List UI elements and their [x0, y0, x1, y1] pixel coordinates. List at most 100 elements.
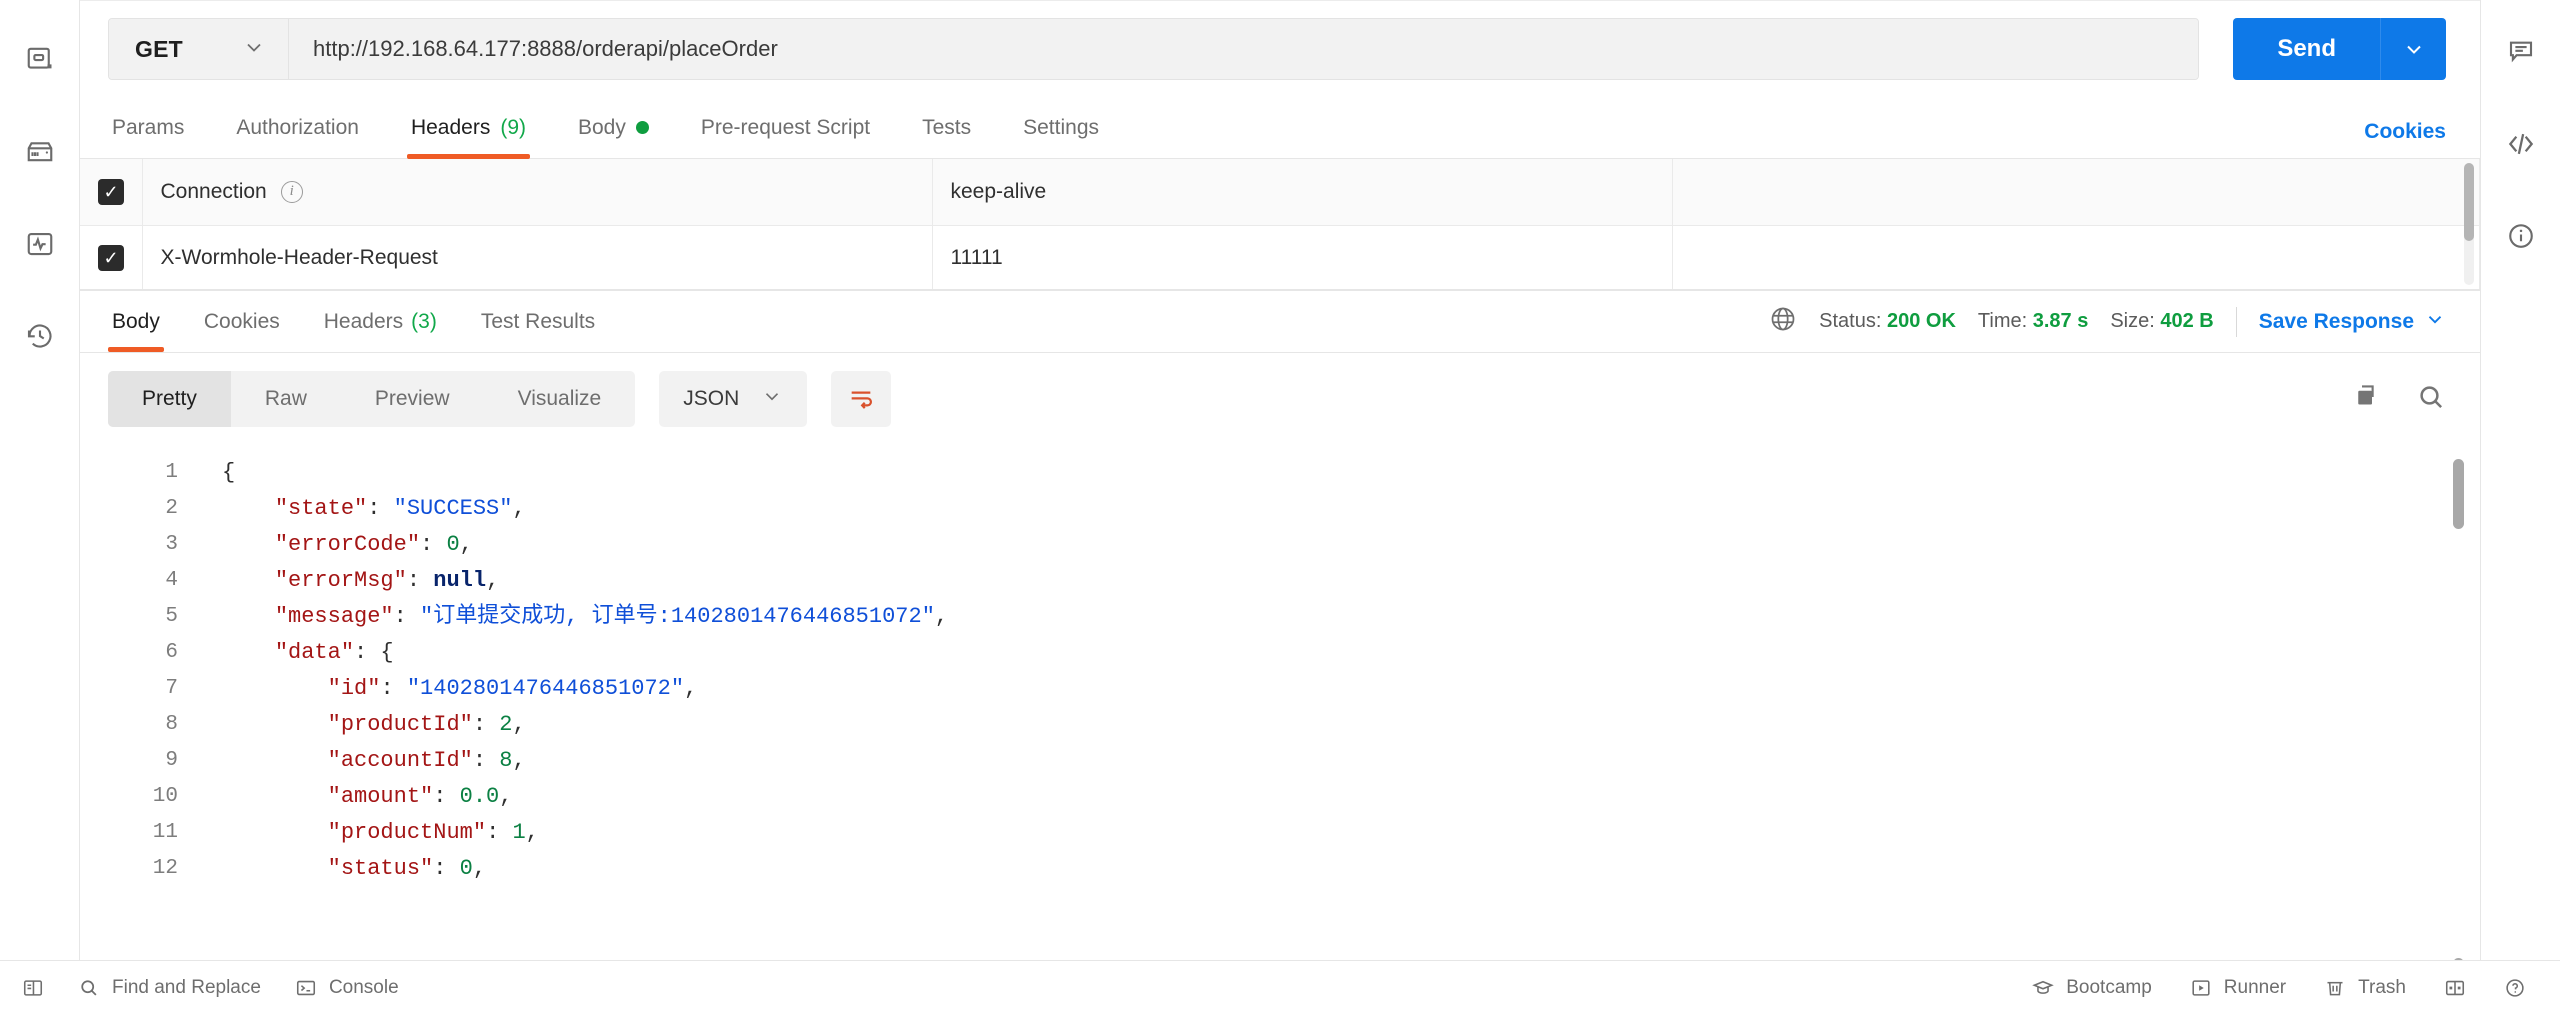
tab-headers[interactable]: Headers (9): [385, 97, 552, 159]
main-panel: GET http://192.168.64.177:8888/orderapi/…: [80, 0, 2480, 1014]
code-line: "message": "订单提交成功, 订单号:1402801476446851…: [222, 599, 2480, 635]
save-response-label: Save Response: [2258, 309, 2414, 333]
tab-authorization[interactable]: Authorization: [210, 97, 385, 158]
checkbox-checked-icon[interactable]: ✓: [98, 245, 124, 271]
view-mode-visualize[interactable]: Visualize: [484, 371, 636, 427]
code-icon[interactable]: [2499, 122, 2543, 166]
view-mode-raw[interactable]: Raw: [231, 371, 341, 427]
response-body-code[interactable]: 1 2 3 4 5 6 7 8 9 10 11 12 { "state": "S…: [80, 445, 2480, 1014]
code-token: "订单提交成功, 订单号:1402801476446851072": [420, 604, 935, 629]
code-token: "data": [274, 640, 355, 665]
console-button[interactable]: Console: [295, 977, 399, 999]
tab-label: Body: [578, 115, 626, 139]
tab-label: Body: [112, 309, 160, 333]
find-and-replace-label: Find and Replace: [112, 976, 261, 998]
response-tab-cookies[interactable]: Cookies: [182, 291, 302, 352]
header-description-cell[interactable]: [1672, 225, 2480, 289]
trash-icon: [2324, 977, 2346, 999]
code-token: ,: [525, 820, 539, 845]
headers-scrollbar-thumb[interactable]: [2464, 163, 2474, 241]
status-label: Status:: [1819, 310, 1882, 332]
save-response-button[interactable]: Save Response: [2259, 308, 2446, 336]
bootcamp-button[interactable]: Bootcamp: [2032, 977, 2152, 999]
headers-scrollbar[interactable]: [2464, 163, 2474, 285]
layout-button[interactable]: [2444, 977, 2466, 999]
code-line: "accountId": 8,: [222, 743, 2480, 779]
view-mode-preview[interactable]: Preview: [341, 371, 484, 427]
code-line: "status": 0,: [222, 851, 2480, 887]
code-token: :: [406, 568, 434, 593]
tab-pre-request-script[interactable]: Pre-request Script: [675, 97, 896, 158]
info-icon[interactable]: i: [280, 180, 303, 203]
send-button[interactable]: Send: [2233, 18, 2380, 80]
send-options-button[interactable]: [2380, 18, 2446, 80]
help-button[interactable]: [2504, 977, 2526, 999]
code-token: ,: [459, 532, 473, 557]
header-key-cell[interactable]: Connection i: [142, 159, 933, 226]
code-token: "productId": [327, 712, 473, 737]
headers-table: ✓ Connection i keep-alive ✓ X-Wormhole-H…: [80, 159, 2480, 289]
header-value-cell[interactable]: 11111: [932, 225, 1673, 289]
copy-icon[interactable]: [2352, 382, 2382, 417]
code-lines[interactable]: { "state": "SUCCESS", "errorCode": 0, "e…: [222, 455, 2480, 887]
checkbox-checked-icon[interactable]: ✓: [98, 178, 124, 205]
response-tab-headers[interactable]: Headers (3): [302, 291, 459, 352]
tab-label: Settings: [1023, 115, 1100, 139]
search-icon[interactable]: [2416, 382, 2446, 417]
time-label: Time:: [1977, 310, 2028, 332]
code-token: ,: [512, 712, 526, 737]
header-key-cell[interactable]: X-Wormhole-Header-Request: [142, 225, 933, 289]
tab-params[interactable]: Params: [108, 97, 210, 158]
row-checkbox-cell[interactable]: ✓: [80, 159, 143, 226]
code-token: 8: [499, 748, 513, 773]
environments-icon[interactable]: [18, 130, 62, 174]
tab-tests[interactable]: Tests: [896, 97, 997, 158]
code-token: 0: [446, 532, 460, 557]
chevron-down-icon: [761, 385, 783, 413]
row-checkbox-cell[interactable]: ✓: [80, 225, 143, 289]
code-token: "SUCCESS": [393, 496, 513, 521]
url-input[interactable]: http://192.168.64.177:8888/orderapi/plac…: [289, 19, 2199, 79]
wrap-lines-button[interactable]: [831, 371, 892, 427]
line-number: 11: [152, 821, 178, 844]
response-tab-body[interactable]: Body: [108, 291, 182, 352]
code-scrollbar-thumb[interactable]: [2453, 459, 2464, 529]
tab-settings[interactable]: Settings: [997, 97, 1125, 158]
header-value-cell[interactable]: keep-alive: [932, 159, 1673, 226]
cookies-link[interactable]: Cookies: [2364, 120, 2446, 144]
table-row[interactable]: ✓ X-Wormhole-Header-Request 11111: [80, 225, 2480, 289]
history-icon[interactable]: [18, 314, 62, 358]
comment-icon[interactable]: [2499, 30, 2543, 74]
response-meta: Status: 200 OK Time: 3.87 s Size: 402 B …: [1769, 305, 2446, 339]
toggle-sidebar-button[interactable]: [22, 977, 44, 999]
tab-label: Headers: [323, 309, 404, 333]
code-fold-column[interactable]: [200, 455, 222, 887]
code-token: : {: [354, 640, 394, 665]
monitors-icon[interactable]: [18, 222, 62, 266]
trash-button[interactable]: Trash: [2324, 977, 2406, 999]
code-token: :: [393, 604, 421, 629]
response-tab-test-results[interactable]: Test Results: [459, 291, 617, 352]
code-line: "errorCode": 0,: [222, 527, 2480, 563]
code-token: null: [433, 568, 487, 593]
find-and-replace-button[interactable]: Find and Replace: [78, 977, 261, 999]
info-circle-icon[interactable]: [2499, 214, 2543, 258]
code-line: "data": {: [222, 635, 2480, 671]
tab-body[interactable]: Body: [552, 97, 675, 158]
collections-icon[interactable]: [18, 38, 62, 82]
time-value: 3.87 s: [2032, 310, 2089, 332]
http-method-select[interactable]: GET: [109, 19, 289, 79]
header-description-cell[interactable]: [1672, 159, 2480, 226]
code-scrollbar[interactable]: [2453, 459, 2464, 1004]
runner-button[interactable]: Runner: [2190, 977, 2286, 999]
response-format-select[interactable]: JSON: [659, 371, 808, 427]
bootcamp-label: Bootcamp: [2066, 976, 2152, 998]
code-token: :: [472, 712, 500, 737]
view-mode-pretty[interactable]: Pretty: [108, 371, 231, 427]
table-row[interactable]: ✓ Connection i keep-alive: [80, 159, 2480, 226]
